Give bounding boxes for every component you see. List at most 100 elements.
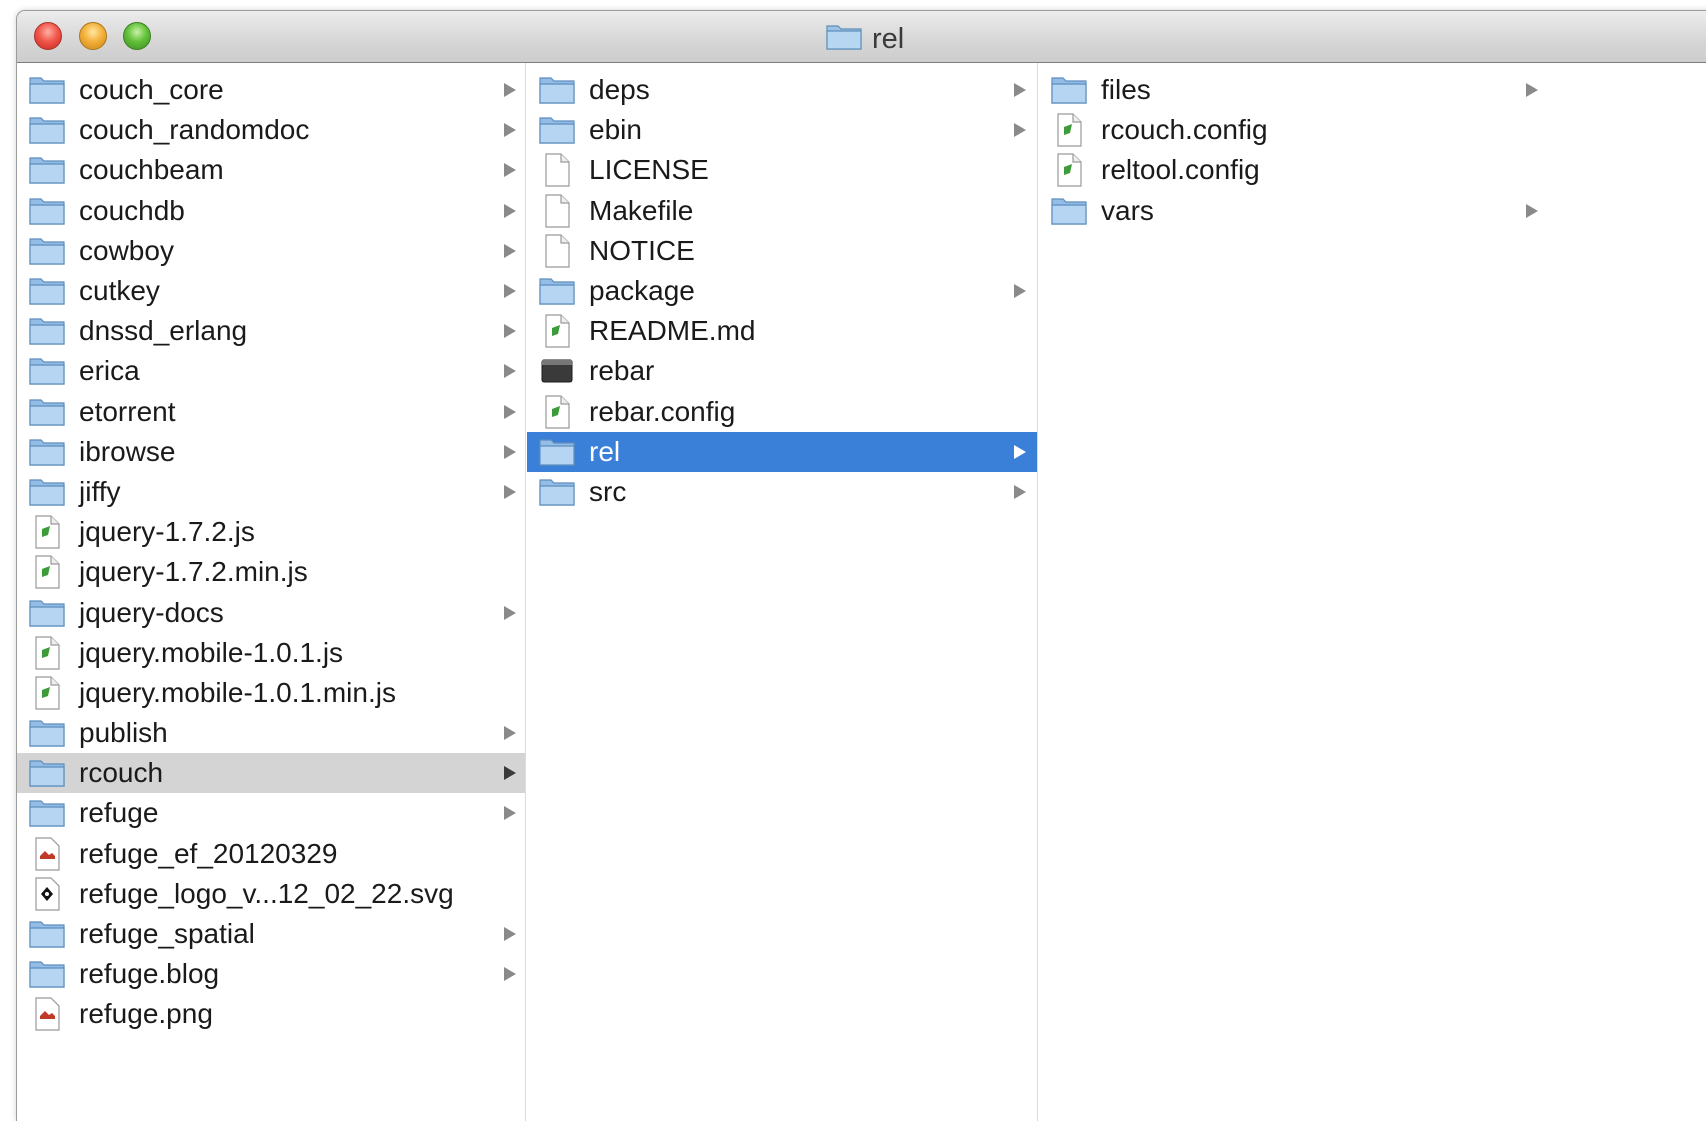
minimize-button[interactable] [79, 22, 107, 50]
list-item[interactable]: rcouch [17, 753, 525, 794]
window-title: rel [825, 21, 904, 56]
list-item-label: NOTICE [589, 234, 695, 266]
list-item[interactable]: publish [17, 713, 525, 753]
folder-icon [538, 274, 576, 308]
list-item-label: reltool.config [1101, 154, 1260, 186]
disclosure-arrow-icon [504, 83, 516, 98]
browser-column-2[interactable]: deps ebin LICENSE Makefile NOTICE package READ… [527, 63, 1038, 1121]
list-item[interactable]: deps [527, 70, 1037, 110]
list-item[interactable]: refuge_ef_20120329 [17, 834, 525, 874]
list-item[interactable]: refuge_spatial [17, 914, 525, 954]
folder-icon [825, 21, 863, 56]
executable-icon [538, 354, 576, 388]
list-item[interactable]: README.md [527, 311, 1037, 351]
list-item[interactable]: refuge.blog [17, 954, 525, 994]
folder-icon [28, 274, 66, 308]
list-item[interactable]: cowboy [17, 231, 525, 271]
list-item[interactable]: ibrowse [17, 432, 525, 472]
list-item[interactable]: refuge_logo_v...12_02_22.svg [17, 874, 525, 914]
document-icon [28, 837, 66, 871]
list-item[interactable]: package [527, 271, 1037, 311]
script-file-icon [28, 636, 66, 670]
list-item[interactable]: LICENSE [527, 150, 1037, 190]
list-item[interactable]: refuge [17, 793, 525, 833]
disclosure-arrow-icon [504, 243, 516, 258]
disclosure-arrow-icon [1014, 444, 1026, 459]
disclosure-arrow-icon [1014, 284, 1026, 299]
folder-icon [28, 354, 66, 388]
list-item[interactable]: jquery-1.7.2.min.js [17, 552, 525, 592]
list-item-label: jquery.mobile-1.0.1.js [79, 636, 344, 668]
list-item[interactable]: reltool.config [1039, 150, 1706, 190]
browser-column-1[interactable]: couch_core couch_randomdoc couchbeam couchd… [17, 63, 526, 1121]
list-item[interactable]: jquery-1.7.2.js [17, 512, 525, 552]
list-item[interactable]: rebar.config [527, 392, 1037, 432]
disclosure-arrow-icon [504, 766, 516, 781]
list-item-label: refuge [79, 797, 159, 829]
list-item[interactable]: dnssd_erlang [17, 311, 525, 351]
list-item-label: jquery.mobile-1.0.1.min.js [79, 676, 396, 708]
folder-icon [28, 716, 66, 750]
plain-file-icon [538, 234, 576, 268]
disclosure-arrow-icon [1014, 83, 1026, 98]
list-item-label: refuge_logo_v...12_02_22.svg [79, 877, 454, 909]
list-item[interactable]: cutkey [17, 271, 525, 311]
list-item[interactable]: jiffy [17, 472, 525, 512]
disclosure-arrow-icon [1014, 484, 1026, 499]
list-item[interactable]: files [1039, 70, 1706, 110]
list-item-label: etorrent [79, 395, 176, 427]
list-item-label: couchbeam [79, 154, 224, 186]
disclosure-arrow-icon [504, 605, 516, 620]
list-item-label: jquery-docs [79, 596, 224, 628]
list-item[interactable]: erica [17, 351, 525, 391]
disclosure-arrow-icon [504, 324, 516, 339]
folder-icon [538, 113, 576, 147]
zoom-button[interactable] [123, 22, 151, 50]
list-item[interactable]: src [527, 472, 1037, 512]
list-item-label: jquery-1.7.2.min.js [79, 556, 308, 588]
script-file-icon [538, 394, 576, 429]
script-file-icon [538, 314, 576, 348]
list-item[interactable]: jquery-docs [17, 592, 525, 632]
plain-file-icon [538, 194, 576, 228]
browser-column-3[interactable]: files rcouch.config reltool.config vars [1039, 63, 1706, 1121]
list-item[interactable]: Makefile [527, 191, 1037, 231]
folder-icon [28, 796, 66, 830]
list-item[interactable]: ebin [527, 110, 1037, 150]
list-item[interactable]: rcouch.config [1039, 110, 1706, 150]
list-item[interactable]: rel [527, 431, 1037, 472]
disclosure-arrow-icon [504, 123, 516, 138]
list-item-label: src [589, 475, 627, 507]
list-item[interactable]: NOTICE [527, 231, 1037, 271]
folder-icon [28, 756, 66, 790]
disclosure-arrow-icon [504, 203, 516, 218]
list-item-label: couch_core [79, 74, 224, 106]
list-item[interactable]: jquery.mobile-1.0.1.min.js [17, 673, 525, 713]
image-file-icon [28, 997, 66, 1032]
folder-icon [28, 435, 66, 469]
list-item[interactable]: couch_core [17, 70, 525, 110]
folder-icon [1050, 73, 1088, 107]
list-item[interactable]: couchbeam [17, 150, 525, 190]
list-item-label: Makefile [589, 194, 694, 226]
list-item[interactable]: rebar [527, 351, 1037, 391]
disclosure-arrow-icon [504, 806, 516, 821]
list-item-label: jiffy [79, 475, 121, 507]
list-item-label: couchdb [79, 194, 185, 226]
close-button[interactable] [34, 22, 62, 50]
list-item-label: package [589, 275, 695, 307]
disclosure-arrow-icon [504, 163, 516, 178]
list-item[interactable]: refuge.png [17, 994, 525, 1034]
list-item[interactable]: couchdb [17, 191, 525, 231]
list-item-label: erica [79, 355, 140, 387]
list-item[interactable]: etorrent [17, 392, 525, 432]
title-bar[interactable]: rel [17, 11, 1706, 63]
list-item[interactable]: jquery.mobile-1.0.1.js [17, 633, 525, 673]
list-item-label: rcouch.config [1101, 114, 1268, 146]
list-item-label: rebar.config [589, 395, 736, 427]
list-item[interactable]: couch_randomdoc [17, 110, 525, 150]
list-item[interactable]: vars [1039, 191, 1706, 231]
list-item-label: ebin [589, 114, 642, 146]
folder-icon [538, 475, 576, 509]
disclosure-arrow-icon [1526, 83, 1538, 98]
